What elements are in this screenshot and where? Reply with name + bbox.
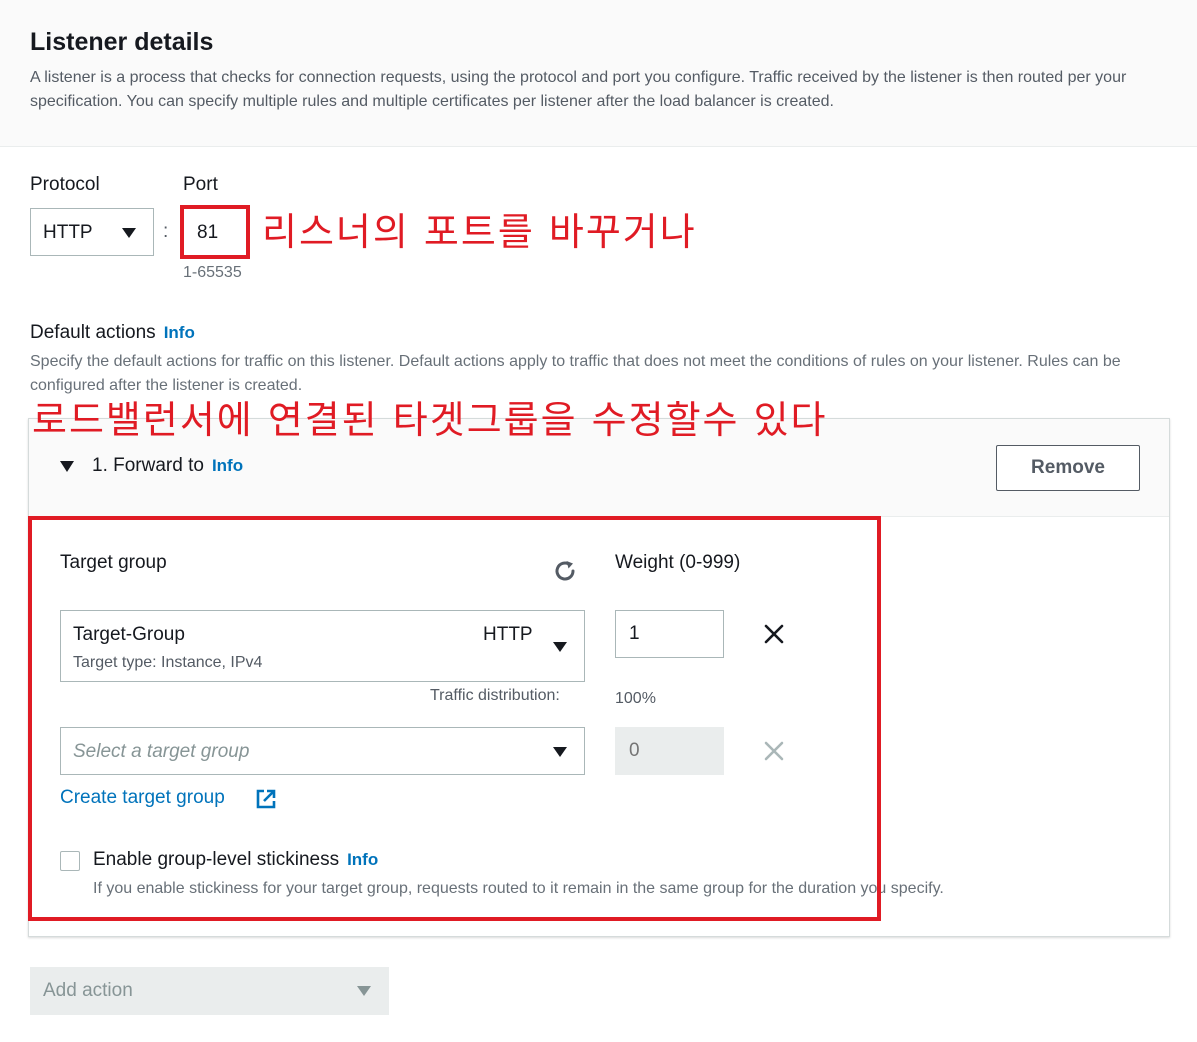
protocol-select[interactable]: HTTP	[30, 208, 154, 256]
annotation-port-box	[180, 205, 250, 259]
add-action-label: Add action	[43, 980, 133, 1001]
default-actions-heading: Default actions Info	[30, 322, 195, 344]
caret-down-icon	[357, 986, 371, 996]
forward-label: 1. Forward to	[92, 455, 204, 476]
forward-info-link[interactable]: Info	[212, 456, 243, 475]
protocol-label: Protocol	[30, 174, 100, 195]
default-actions-info-link[interactable]: Info	[164, 323, 195, 342]
add-action-select[interactable]: Add action	[30, 967, 389, 1015]
default-actions-label: Default actions	[30, 322, 156, 343]
section-title: Listener details	[30, 28, 214, 56]
protocol-value: HTTP	[43, 222, 93, 243]
expand-triangle-icon[interactable]	[60, 461, 74, 472]
annotation-target-note: 로드밸런서에 연결된 타겟그룹을 수정할수 있다	[32, 398, 828, 442]
annotation-port-note: 리스너의 포트를 바꾸거나	[262, 210, 697, 254]
caret-down-icon	[122, 228, 136, 238]
section-description: A listener is a process that checks for …	[30, 69, 1127, 110]
default-actions-description: Specify the default actions for traffic …	[30, 353, 1121, 394]
forward-heading: 1. Forward to Info	[92, 455, 243, 477]
protocol-port-separator: :	[163, 221, 169, 242]
port-label: Port	[183, 174, 218, 195]
remove-button[interactable]: Remove	[996, 445, 1140, 491]
port-hint: 1-65535	[183, 264, 242, 281]
annotation-target-box	[28, 516, 881, 921]
